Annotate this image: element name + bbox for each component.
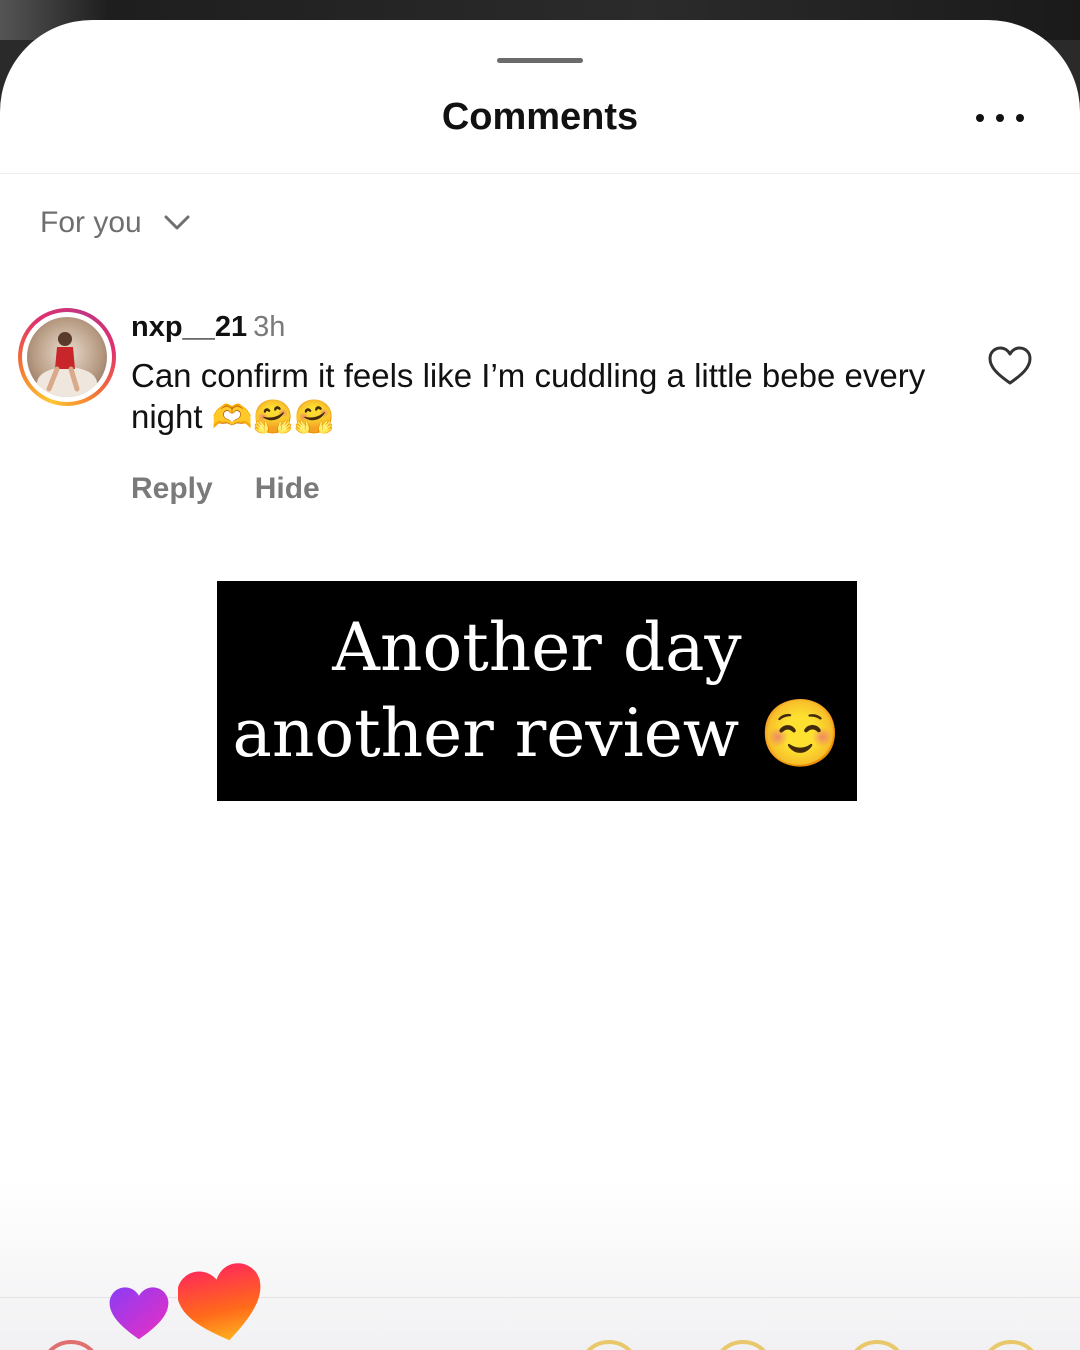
avatar-story-ring[interactable] (18, 308, 116, 406)
heart-outline-icon[interactable] (988, 346, 1032, 386)
banner-line-2: another review (232, 695, 740, 772)
comment-actions: Reply Hide (131, 472, 320, 506)
purple-heart-icon[interactable] (108, 1286, 170, 1342)
comment-meta: nxp__21 3h (131, 310, 285, 344)
reply-button[interactable]: Reply (131, 472, 213, 506)
comment-timestamp: 3h (253, 311, 286, 343)
banner-line-1: Another day (332, 609, 742, 686)
comment-username[interactable]: nxp__21 (131, 311, 247, 343)
comments-sheet: Comments For you nxp__21 3h Can confirm i… (0, 20, 1080, 1350)
chevron-down-icon (164, 215, 190, 230)
header-divider (0, 173, 1080, 174)
hide-button[interactable]: Hide (255, 472, 320, 506)
drag-handle[interactable] (497, 58, 583, 63)
comment-text: Can confirm it feels like I’m cuddling a… (131, 357, 926, 435)
smiling-face-icon: ☺️ (759, 695, 842, 772)
orange-heart-icon[interactable] (178, 1262, 266, 1348)
sheet-title: Comments (441, 96, 639, 138)
more-horizontal-icon[interactable] (976, 104, 1024, 132)
banner-line-2-row: another review ☺️ (233, 691, 842, 777)
avatar (27, 317, 107, 397)
sort-label: For you (40, 206, 142, 239)
sort-dropdown[interactable]: For you (40, 200, 190, 246)
review-banner: Another day another review ☺️ (217, 581, 857, 801)
